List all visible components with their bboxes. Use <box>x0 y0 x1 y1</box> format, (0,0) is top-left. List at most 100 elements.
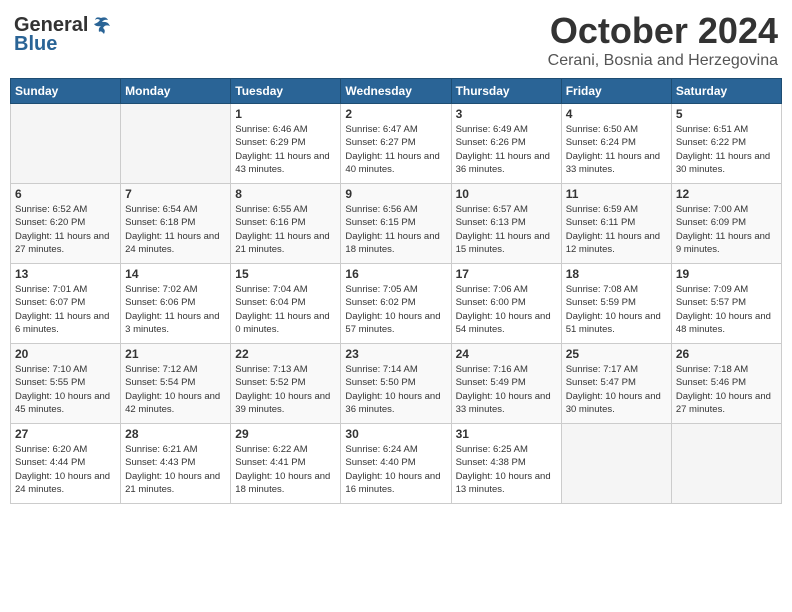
day-number: 19 <box>676 267 777 281</box>
day-number: 9 <box>345 187 446 201</box>
day-number: 12 <box>676 187 777 201</box>
calendar-table: SundayMondayTuesdayWednesdayThursdayFrid… <box>10 78 782 504</box>
day-number: 20 <box>15 347 116 361</box>
calendar-cell: 8Sunrise: 6:55 AM Sunset: 6:16 PM Daylig… <box>231 184 341 264</box>
day-info: Sunrise: 6:21 AM Sunset: 4:43 PM Dayligh… <box>125 443 226 496</box>
day-info: Sunrise: 6:51 AM Sunset: 6:22 PM Dayligh… <box>676 123 777 176</box>
calendar-cell: 13 Sunrise: 7:01 AM Sunset: 6:07 PM Dayli… <box>11 264 121 344</box>
day-number: 16 <box>345 267 446 281</box>
day-info: Sunrise: 6:57 AM Sunset: 6:13 PM Dayligh… <box>456 203 557 256</box>
calendar-cell: 3 Sunrise: 6:49 AM Sunset: 6:26 PM Daylig… <box>451 104 561 184</box>
calendar-cell: 5 Sunrise: 6:51 AM Sunset: 6:22 PM Daylig… <box>671 104 781 184</box>
calendar-cell: 12Sunrise: 7:00 AM Sunset: 6:09 PM Dayli… <box>671 184 781 264</box>
day-info: Sunrise: 7:10 AM Sunset: 5:55 PM Dayligh… <box>15 363 116 416</box>
day-number: 25 <box>566 347 667 361</box>
day-info: Sunrise: 7:01 AM Sunset: 6:07 PM Dayligh… <box>15 283 116 336</box>
day-number: 29 <box>235 427 336 441</box>
day-info: Sunrise: 6:54 AM Sunset: 6:18 PM Dayligh… <box>125 203 226 256</box>
calendar-body: 1Sunrise: 6:46 AM Sunset: 6:29 PM Daylig… <box>11 104 782 504</box>
calendar-week-3: 13 Sunrise: 7:01 AM Sunset: 6:07 PM Dayli… <box>11 264 782 344</box>
calendar-cell: 27 Sunrise: 6:20 AM Sunset: 4:44 PM Dayli… <box>11 424 121 504</box>
day-info: Sunrise: 7:04 AM Sunset: 6:04 PM Dayligh… <box>235 283 336 336</box>
day-number: 21 <box>125 347 226 361</box>
day-number: 10 <box>456 187 557 201</box>
day-number: 5 <box>676 107 777 121</box>
day-info: Sunrise: 6:59 AM Sunset: 6:11 PM Dayligh… <box>566 203 667 256</box>
day-number: 31 <box>456 427 557 441</box>
calendar-cell: 15 Sunrise: 7:04 AM Sunset: 6:04 PM Dayli… <box>231 264 341 344</box>
day-number: 24 <box>456 347 557 361</box>
weekday-header-saturday: Saturday <box>671 79 781 104</box>
calendar-cell: 22 Sunrise: 7:13 AM Sunset: 5:52 PM Dayli… <box>231 344 341 424</box>
calendar-cell: 26Sunrise: 7:18 AM Sunset: 5:46 PM Dayli… <box>671 344 781 424</box>
page-header: General Blue October 2024 Cerani, Bosnia… <box>10 10 782 70</box>
weekday-header-tuesday: Tuesday <box>231 79 341 104</box>
calendar-cell: 29 Sunrise: 6:22 AM Sunset: 4:41 PM Dayli… <box>231 424 341 504</box>
weekday-row: SundayMondayTuesdayWednesdayThursdayFrid… <box>11 79 782 104</box>
calendar-cell: 25Sunrise: 7:17 AM Sunset: 5:47 PM Dayli… <box>561 344 671 424</box>
weekday-header-monday: Monday <box>121 79 231 104</box>
calendar-cell: 7Sunrise: 6:54 AM Sunset: 6:18 PM Daylig… <box>121 184 231 264</box>
calendar-cell <box>11 104 121 184</box>
calendar-cell: 21 Sunrise: 7:12 AM Sunset: 5:54 PM Dayli… <box>121 344 231 424</box>
day-number: 14 <box>125 267 226 281</box>
day-info: Sunrise: 7:12 AM Sunset: 5:54 PM Dayligh… <box>125 363 226 416</box>
calendar-cell: 6 Sunrise: 6:52 AM Sunset: 6:20 PM Daylig… <box>11 184 121 264</box>
day-number: 28 <box>125 427 226 441</box>
day-number: 2 <box>345 107 446 121</box>
calendar-cell: 30Sunrise: 6:24 AM Sunset: 4:40 PM Dayli… <box>341 424 451 504</box>
day-info: Sunrise: 7:05 AM Sunset: 6:02 PM Dayligh… <box>345 283 446 336</box>
calendar-cell: 9 Sunrise: 6:56 AM Sunset: 6:15 PM Daylig… <box>341 184 451 264</box>
day-number: 13 <box>15 267 116 281</box>
day-info: Sunrise: 6:52 AM Sunset: 6:20 PM Dayligh… <box>15 203 116 256</box>
day-info: Sunrise: 7:06 AM Sunset: 6:00 PM Dayligh… <box>456 283 557 336</box>
day-info: Sunrise: 6:49 AM Sunset: 6:26 PM Dayligh… <box>456 123 557 176</box>
day-info: Sunrise: 6:46 AM Sunset: 6:29 PM Dayligh… <box>235 123 336 176</box>
weekday-header-thursday: Thursday <box>451 79 561 104</box>
weekday-header-sunday: Sunday <box>11 79 121 104</box>
day-info: Sunrise: 6:24 AM Sunset: 4:40 PM Dayligh… <box>345 443 446 496</box>
calendar-cell: 2Sunrise: 6:47 AM Sunset: 6:27 PM Daylig… <box>341 104 451 184</box>
day-info: Sunrise: 6:25 AM Sunset: 4:38 PM Dayligh… <box>456 443 557 496</box>
day-info: Sunrise: 6:56 AM Sunset: 6:15 PM Dayligh… <box>345 203 446 256</box>
day-number: 8 <box>235 187 336 201</box>
calendar-week-5: 27 Sunrise: 6:20 AM Sunset: 4:44 PM Dayli… <box>11 424 782 504</box>
day-info: Sunrise: 7:16 AM Sunset: 5:49 PM Dayligh… <box>456 363 557 416</box>
logo-blue-text: Blue <box>14 33 57 56</box>
month-title: October 2024 <box>548 10 778 52</box>
weekday-header-friday: Friday <box>561 79 671 104</box>
day-info: Sunrise: 7:08 AM Sunset: 5:59 PM Dayligh… <box>566 283 667 336</box>
day-number: 23 <box>345 347 446 361</box>
day-number: 3 <box>456 107 557 121</box>
calendar-cell: 28 Sunrise: 6:21 AM Sunset: 4:43 PM Dayli… <box>121 424 231 504</box>
day-info: Sunrise: 7:13 AM Sunset: 5:52 PM Dayligh… <box>235 363 336 416</box>
day-info: Sunrise: 7:02 AM Sunset: 6:06 PM Dayligh… <box>125 283 226 336</box>
calendar-cell: 31 Sunrise: 6:25 AM Sunset: 4:38 PM Dayli… <box>451 424 561 504</box>
day-number: 27 <box>15 427 116 441</box>
calendar-cell: 24 Sunrise: 7:16 AM Sunset: 5:49 PM Dayli… <box>451 344 561 424</box>
day-number: 11 <box>566 187 667 201</box>
day-number: 4 <box>566 107 667 121</box>
calendar-cell: 11 Sunrise: 6:59 AM Sunset: 6:11 PM Dayli… <box>561 184 671 264</box>
calendar-cell <box>671 424 781 504</box>
day-info: Sunrise: 7:09 AM Sunset: 5:57 PM Dayligh… <box>676 283 777 336</box>
day-number: 15 <box>235 267 336 281</box>
day-info: Sunrise: 6:22 AM Sunset: 4:41 PM Dayligh… <box>235 443 336 496</box>
day-info: Sunrise: 6:20 AM Sunset: 4:44 PM Dayligh… <box>15 443 116 496</box>
title-area: October 2024 Cerani, Bosnia and Herzegov… <box>548 10 778 70</box>
calendar-week-4: 20 Sunrise: 7:10 AM Sunset: 5:55 PM Dayli… <box>11 344 782 424</box>
calendar-week-2: 6 Sunrise: 6:52 AM Sunset: 6:20 PM Daylig… <box>11 184 782 264</box>
calendar-cell: 14 Sunrise: 7:02 AM Sunset: 6:06 PM Dayli… <box>121 264 231 344</box>
calendar-cell: 18 Sunrise: 7:08 AM Sunset: 5:59 PM Dayli… <box>561 264 671 344</box>
day-number: 22 <box>235 347 336 361</box>
day-number: 26 <box>676 347 777 361</box>
calendar-cell: 1Sunrise: 6:46 AM Sunset: 6:29 PM Daylig… <box>231 104 341 184</box>
calendar-cell: 17 Sunrise: 7:06 AM Sunset: 6:00 PM Dayli… <box>451 264 561 344</box>
calendar-cell <box>561 424 671 504</box>
calendar-cell: 23 Sunrise: 7:14 AM Sunset: 5:50 PM Dayli… <box>341 344 451 424</box>
day-number: 17 <box>456 267 557 281</box>
day-number: 18 <box>566 267 667 281</box>
weekday-header-wednesday: Wednesday <box>341 79 451 104</box>
day-number: 6 <box>15 187 116 201</box>
day-info: Sunrise: 7:14 AM Sunset: 5:50 PM Dayligh… <box>345 363 446 416</box>
